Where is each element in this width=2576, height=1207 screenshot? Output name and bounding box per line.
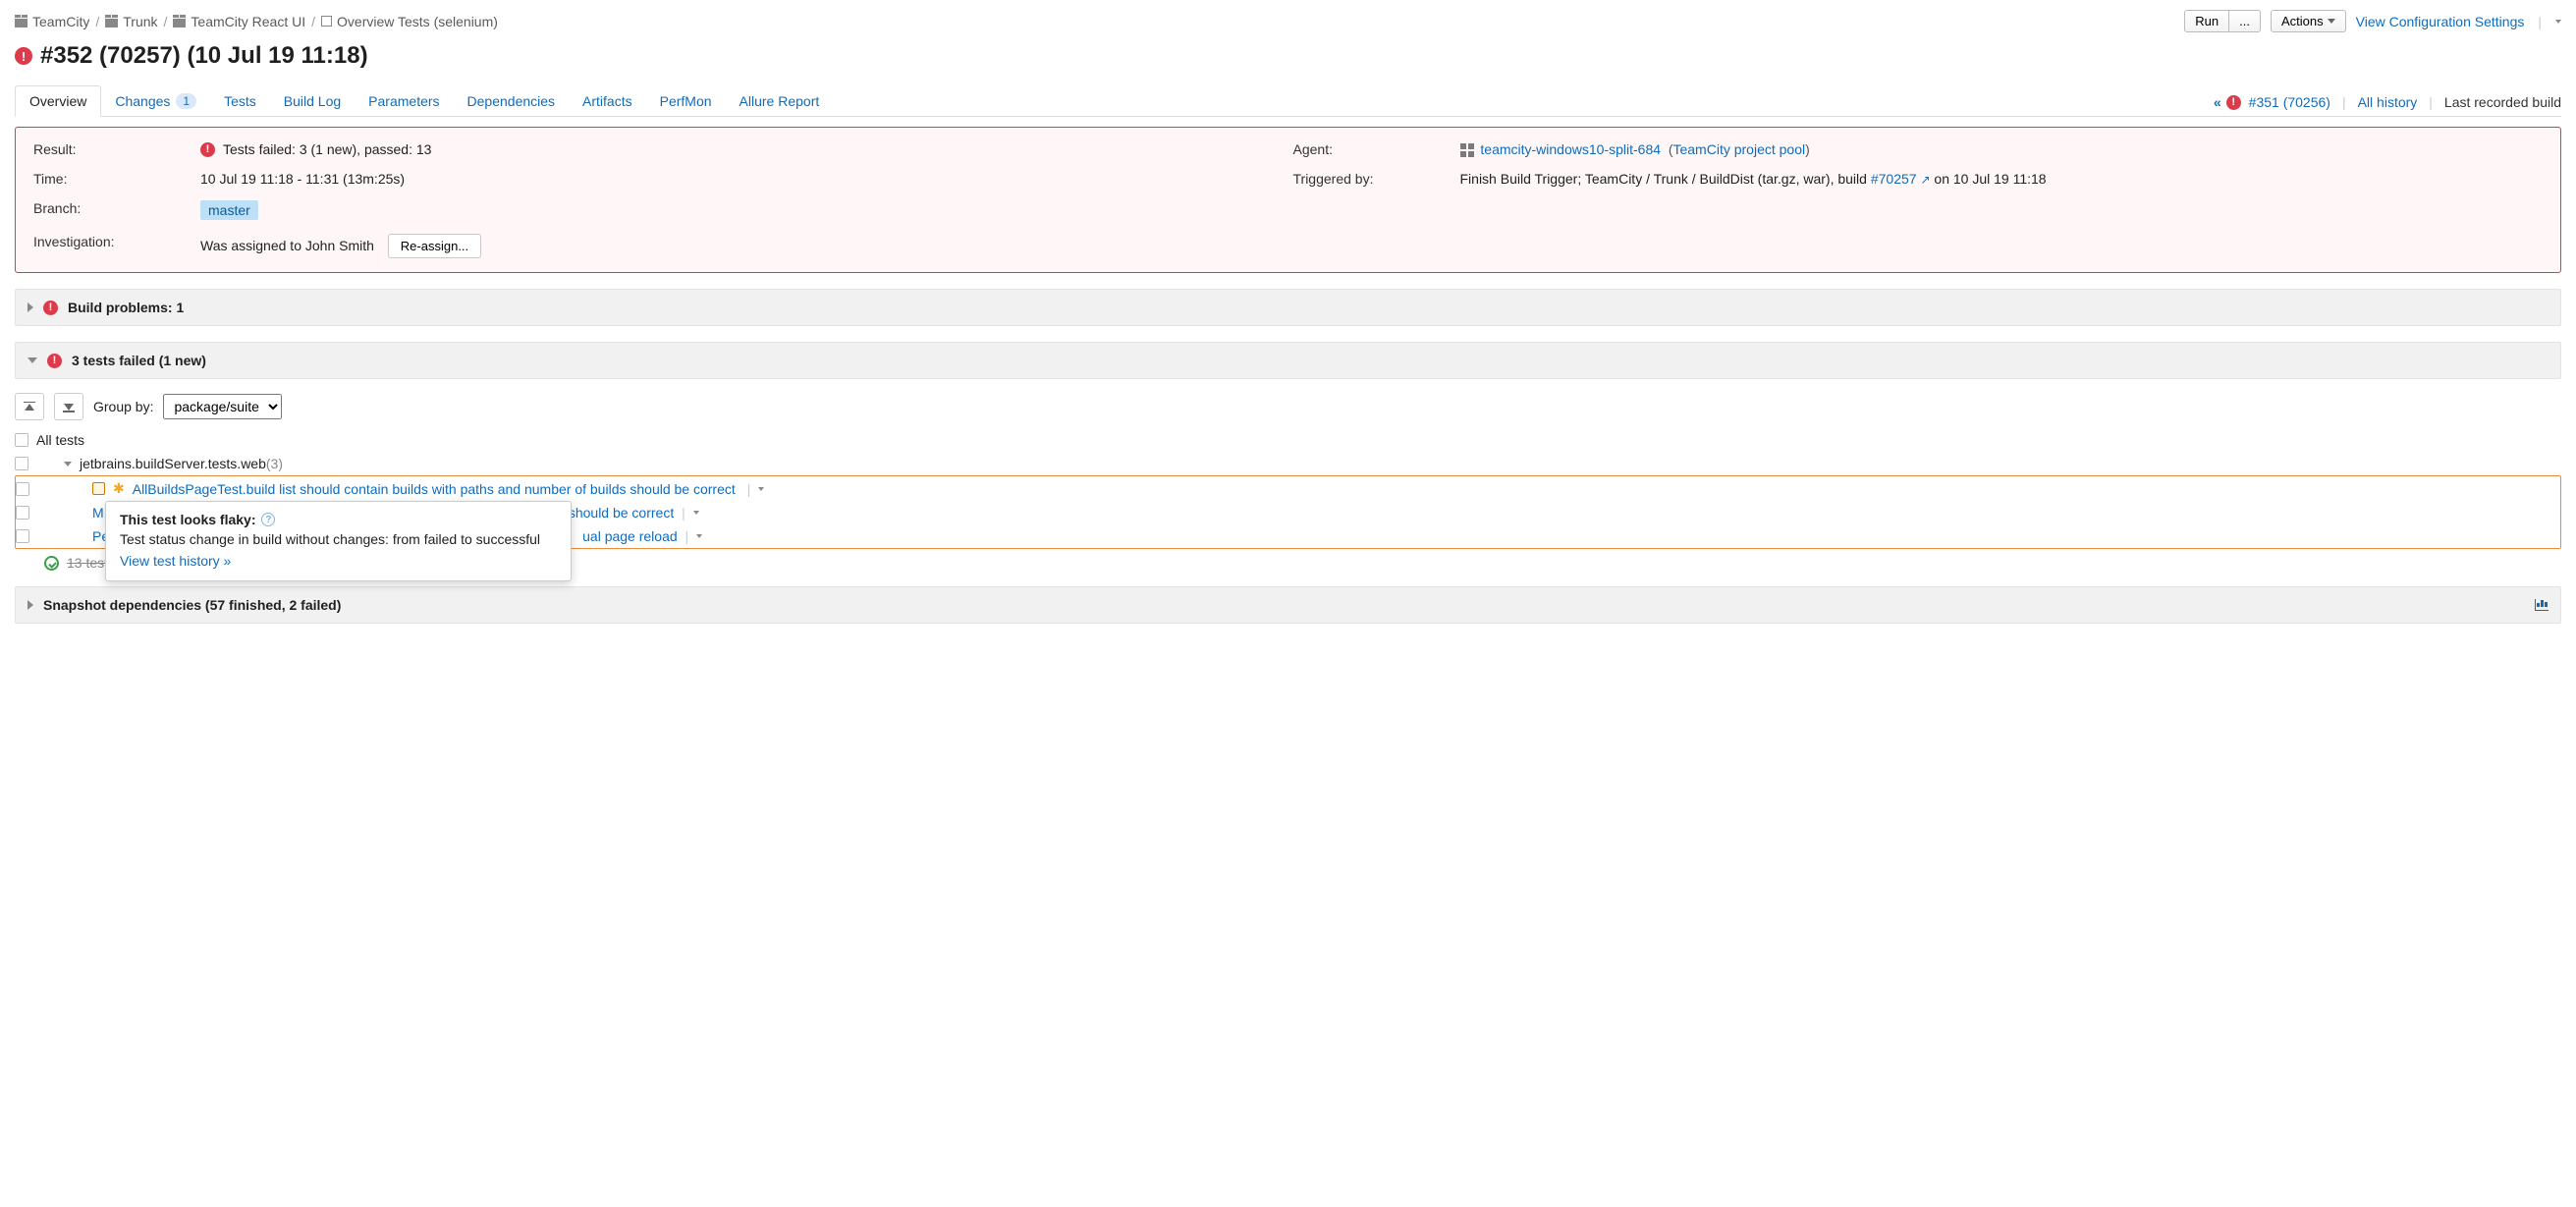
- project-icon: [15, 15, 27, 27]
- test-link[interactable]: ual page reload: [582, 528, 678, 544]
- tests-failed-title: 3 tests failed (1 new): [72, 353, 206, 368]
- external-link-icon[interactable]: ↗: [1920, 173, 1930, 187]
- agent-link[interactable]: teamcity-windows10-split-684: [1480, 141, 1661, 157]
- tab-parameters[interactable]: Parameters: [355, 85, 453, 116]
- branch-tag[interactable]: master: [200, 200, 258, 220]
- help-icon[interactable]: ?: [261, 513, 275, 526]
- checkbox[interactable]: [16, 482, 29, 496]
- tab-allure-report[interactable]: Allure Report: [726, 85, 834, 116]
- breadcrumb-item[interactable]: TeamCity React UI: [173, 14, 305, 29]
- tab-dependencies[interactable]: Dependencies: [454, 85, 570, 116]
- time-value: 10 Jul 19 11:18 - 11:31 (13m:25s): [200, 171, 1284, 187]
- snapshot-title: Snapshot dependencies (57 finished, 2 fa…: [43, 597, 341, 613]
- tab-artifacts[interactable]: Artifacts: [569, 85, 646, 116]
- checkbox[interactable]: [15, 457, 28, 470]
- flaky-test-popover: This test looks flaky:? Test status chan…: [105, 501, 572, 581]
- view-config-settings-link[interactable]: View Configuration Settings: [2356, 14, 2525, 29]
- new-failure-star-icon: ✱: [113, 480, 125, 497]
- success-icon: [44, 556, 59, 571]
- flaky-description: Test status change in build without chan…: [120, 531, 557, 547]
- test-link[interactable]: M: [92, 505, 104, 521]
- all-tests-node[interactable]: All tests: [36, 432, 84, 448]
- tab-overview[interactable]: Overview: [15, 85, 101, 117]
- breadcrumb-separator: /: [311, 14, 315, 29]
- actions-dropdown[interactable]: Actions: [2271, 10, 2346, 32]
- chevron-down-icon[interactable]: [2555, 20, 2561, 24]
- tests-failed-section[interactable]: ! 3 tests failed (1 new): [15, 342, 2561, 379]
- investigation-label: Investigation:: [33, 234, 191, 249]
- tab-build-log[interactable]: Build Log: [270, 85, 355, 116]
- arrow-down-icon: [64, 404, 74, 411]
- checkbox[interactable]: [16, 529, 29, 543]
- tab-tests[interactable]: Tests: [210, 85, 270, 116]
- breadcrumb-item[interactable]: Trunk: [105, 14, 157, 29]
- breadcrumb-item[interactable]: TeamCity: [15, 14, 89, 29]
- agent-label: Agent:: [1293, 141, 1451, 157]
- project-icon: [173, 15, 186, 27]
- agent-pool-link[interactable]: TeamCity project pool: [1672, 141, 1805, 157]
- page-title: #352 (70257) (10 Jul 19 11:18): [40, 42, 368, 70]
- test-status-icon: [92, 482, 105, 495]
- tabs: Overview Changes1 Tests Build Log Parame…: [15, 85, 833, 116]
- expander-icon[interactable]: [64, 462, 72, 466]
- view-test-history-link[interactable]: View test history »: [120, 553, 231, 569]
- history-back-icon[interactable]: «: [2214, 94, 2219, 110]
- triggered-by-value: Finish Build Trigger; TeamCity / Trunk /…: [1460, 171, 2544, 187]
- group-by-label: Group by:: [93, 399, 153, 414]
- build-problems-title: Build problems: 1: [68, 300, 184, 315]
- chevron-down-icon[interactable]: [696, 534, 702, 538]
- breadcrumb-separator: /: [164, 14, 168, 29]
- result-value: Tests failed: 3 (1 new), passed: 13: [223, 141, 431, 157]
- arrow-up-icon: [25, 404, 34, 411]
- expander-icon[interactable]: [27, 302, 33, 312]
- chevron-down-icon[interactable]: [693, 511, 699, 515]
- group-by-select[interactable]: package/suite: [163, 394, 282, 419]
- time-label: Time:: [33, 171, 191, 187]
- tab-perfmon[interactable]: PerfMon: [646, 85, 726, 116]
- breadcrumb: TeamCity / Trunk / TeamCity React UI / O…: [15, 14, 498, 29]
- error-icon: !: [2226, 95, 2241, 110]
- checkbox[interactable]: [16, 506, 29, 520]
- breadcrumb-separator: /: [95, 14, 99, 29]
- changes-count-badge: 1: [176, 93, 196, 109]
- reassign-button[interactable]: Re-assign...: [388, 234, 481, 258]
- windows-icon: [1460, 143, 1474, 157]
- chevron-down-icon[interactable]: [758, 487, 764, 491]
- all-history-link[interactable]: All history: [2358, 94, 2418, 110]
- result-label: Result:: [33, 141, 191, 157]
- branch-label: Branch:: [33, 200, 191, 216]
- triggered-by-label: Triggered by:: [1293, 171, 1451, 187]
- error-icon: !: [43, 301, 58, 315]
- expander-icon[interactable]: [27, 357, 37, 363]
- build-problems-section[interactable]: ! Build problems: 1: [15, 289, 2561, 326]
- run-button[interactable]: Run: [2184, 10, 2229, 32]
- investigation-value: Was assigned to John Smith: [200, 238, 374, 253]
- error-icon: !: [15, 47, 32, 65]
- triggering-build-link[interactable]: #70257: [1871, 171, 1917, 187]
- test-link[interactable]: AllBuildsPageTest.build list should cont…: [133, 481, 736, 497]
- breadcrumb-item[interactable]: Overview Tests (selenium): [321, 14, 498, 29]
- error-icon: !: [47, 354, 62, 368]
- checkbox[interactable]: [15, 433, 28, 447]
- build-summary-panel: Result: ! Tests failed: 3 (1 new), passed…: [15, 127, 2561, 273]
- expand-all-button[interactable]: [54, 393, 83, 420]
- error-icon: !: [200, 142, 215, 157]
- prev-build-link[interactable]: #351 (70256): [2249, 94, 2330, 110]
- flaky-title: This test looks flaky:: [120, 512, 255, 527]
- chevron-down-icon: [2328, 19, 2335, 24]
- project-icon: [105, 15, 118, 27]
- graph-icon[interactable]: [2535, 599, 2549, 611]
- build-config-icon: [321, 16, 332, 27]
- collapse-all-button[interactable]: [15, 393, 44, 420]
- package-node[interactable]: jetbrains.buildServer.tests.web(3): [80, 456, 283, 471]
- snapshot-dependencies-section[interactable]: Snapshot dependencies (57 finished, 2 fa…: [15, 586, 2561, 624]
- expander-icon[interactable]: [27, 600, 33, 610]
- run-more-button[interactable]: ...: [2229, 10, 2261, 32]
- tab-changes[interactable]: Changes1: [101, 85, 210, 116]
- last-recorded-label: Last recorded build: [2444, 94, 2561, 110]
